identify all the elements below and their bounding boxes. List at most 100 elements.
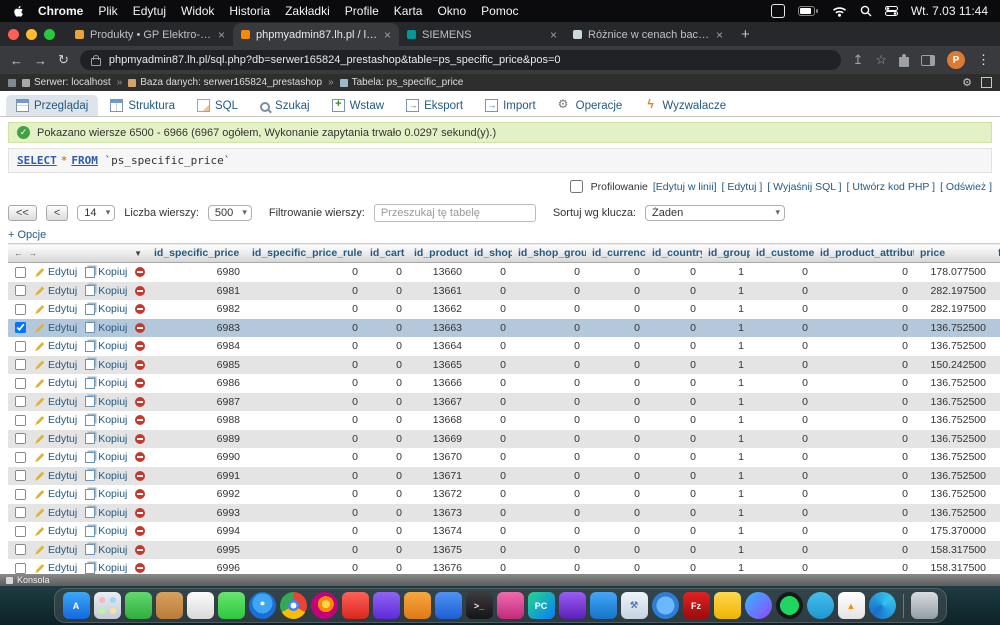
options-toggle-link[interactable]: + Opcje <box>8 229 46 241</box>
filezilla-icon[interactable]: Fz <box>683 592 710 619</box>
column-header-link[interactable]: id_product <box>414 247 468 259</box>
rows-count-select[interactable]: 500 <box>208 205 252 221</box>
delete-link[interactable]: Usuń <box>135 322 148 334</box>
delete-link[interactable]: Usuń <box>135 266 148 278</box>
column-header-link[interactable]: id_shop <box>474 247 512 259</box>
page-select[interactable]: 14 <box>77 205 115 221</box>
edit-link[interactable]: Edytuj <box>35 303 77 315</box>
row-checkbox[interactable] <box>15 396 26 407</box>
row-checkbox[interactable] <box>15 359 26 370</box>
menu-dots-icon[interactable]: ⋮ <box>977 52 990 68</box>
column-move-right-icon[interactable]: → <box>28 248 37 258</box>
reload-icon[interactable]: ↻ <box>58 52 69 68</box>
profiling-link[interactable]: [ Odśwież ] <box>940 181 992 193</box>
copy-link[interactable]: Kopiuj <box>85 340 127 352</box>
column-header-link[interactable]: price <box>920 247 945 259</box>
delete-link[interactable]: Usuń <box>135 396 148 408</box>
profiling-link[interactable]: [Edytuj w linii] <box>653 181 717 193</box>
sort-key-select[interactable]: Żaden <box>645 205 785 221</box>
console-bar[interactable]: Konsola <box>0 574 1000 586</box>
column-header-link[interactable]: id_specific_price <box>154 247 239 259</box>
settings-gear-icon[interactable]: ⚙ <box>962 76 972 89</box>
edit-link[interactable]: Edytuj <box>35 414 77 426</box>
sql-keyword-select[interactable]: SELECT <box>17 154 57 167</box>
pma-tab-sql[interactable]: SQL <box>187 95 248 116</box>
menubar-menu-profile[interactable]: Profile <box>345 4 379 18</box>
copy-link[interactable]: Kopiuj <box>85 470 127 482</box>
zoom-window-button[interactable] <box>44 29 55 40</box>
copy-link[interactable]: Kopiuj <box>85 451 127 463</box>
terminal-icon[interactable]: >_ <box>466 592 493 619</box>
copy-link[interactable]: Kopiuj <box>85 285 127 297</box>
app-store-icon[interactable]: A <box>63 592 90 619</box>
column-header-link[interactable]: id_country <box>652 247 702 259</box>
menubar-menu-karta[interactable]: Karta <box>394 4 423 18</box>
column-header-link[interactable]: id_shop_group <box>518 247 586 259</box>
pma-tab-browse[interactable]: Przeglądaj <box>6 95 98 116</box>
launchpad-icon[interactable] <box>94 592 121 619</box>
omnibox[interactable]: phpmyadmin87.lh.pl/sql.php?db=serwer1658… <box>80 50 842 70</box>
green-app-icon[interactable] <box>125 592 152 619</box>
prev-page-button[interactable]: < <box>46 205 68 221</box>
copy-link[interactable]: Kopiuj <box>85 377 127 389</box>
profile-avatar[interactable]: P <box>947 51 965 69</box>
browser-tab[interactable]: phpmyadmin87.lh.pl / localhos× <box>233 23 399 46</box>
violet-app-icon[interactable] <box>559 592 586 619</box>
menubar-menu-widok[interactable]: Widok <box>181 4 214 18</box>
table-row[interactable]: EdytujKopiujUsuń699100136710000100136.75… <box>8 467 1000 486</box>
column-header-link[interactable]: id_product_attribute <box>820 247 914 259</box>
row-checkbox[interactable] <box>15 526 26 537</box>
delete-link[interactable]: Usuń <box>135 488 148 500</box>
edit-link[interactable]: Edytuj <box>35 266 77 278</box>
control-center-icon[interactable] <box>885 6 898 16</box>
sql-keyword-from[interactable]: FROM <box>71 154 98 167</box>
delete-link[interactable]: Usuń <box>135 433 148 445</box>
edit-link[interactable]: Edytuj <box>35 488 77 500</box>
row-checkbox[interactable] <box>15 322 26 333</box>
console-window-icon[interactable] <box>8 79 16 87</box>
status-app-icon[interactable] <box>771 4 785 18</box>
copy-link[interactable]: Kopiuj <box>85 562 127 574</box>
profiling-link[interactable]: [ Utwórz kod PHP ] <box>847 181 936 193</box>
delete-link[interactable]: Usuń <box>135 377 148 389</box>
delete-link[interactable]: Usuń <box>135 525 148 537</box>
row-checkbox[interactable] <box>15 563 26 574</box>
apple-logo-icon[interactable] <box>12 5 23 18</box>
side-panel-icon[interactable] <box>921 55 935 66</box>
copy-link[interactable]: Kopiuj <box>85 525 127 537</box>
close-window-button[interactable] <box>8 29 19 40</box>
edit-link[interactable]: Edytuj <box>35 322 77 334</box>
profiling-link[interactable]: [ Wyjaśnij SQL ] <box>767 181 841 193</box>
table-row[interactable]: EdytujKopiujUsuń699500136750000100158.31… <box>8 541 1000 560</box>
row-checkbox[interactable] <box>15 544 26 555</box>
yellow-app-icon[interactable] <box>714 592 741 619</box>
menubar-clock[interactable]: Wt. 7.03 11:44 <box>911 4 988 18</box>
pma-tab-search[interactable]: Szukaj <box>250 96 320 116</box>
filter-input[interactable] <box>374 204 536 222</box>
row-checkbox[interactable] <box>15 267 26 278</box>
folder-icon[interactable] <box>156 592 183 619</box>
row-checkbox[interactable] <box>15 415 26 426</box>
table-row[interactable]: EdytujKopiujUsuń698100136610000100282.19… <box>8 282 1000 301</box>
browser-tab[interactable]: Produkty • GP Elektro-Automat× <box>67 23 233 46</box>
back-icon[interactable]: ← <box>10 53 23 68</box>
pma-tab-export[interactable]: Eksport <box>396 95 473 116</box>
new-tab-button[interactable]: + <box>731 23 760 46</box>
table-row[interactable]: EdytujKopiujUsuń698900136690000100136.75… <box>8 430 1000 449</box>
delete-link[interactable]: Usuń <box>135 414 148 426</box>
tab-close-icon[interactable]: × <box>218 28 225 42</box>
column-header-link[interactable]: id_specific_price_rule <box>252 247 362 259</box>
copy-link[interactable]: Kopiuj <box>85 414 127 426</box>
table-row[interactable]: EdytujKopiujUsuń698300136630000100136.75… <box>8 319 1000 338</box>
blue-round-app-icon[interactable] <box>652 592 679 619</box>
tab-close-icon[interactable]: × <box>384 28 391 42</box>
table-row[interactable]: EdytujKopiujUsuń699600136760000100158.31… <box>8 559 1000 574</box>
row-checkbox[interactable] <box>15 304 26 315</box>
messenger-icon[interactable] <box>745 592 772 619</box>
vlc-icon[interactable]: ▲ <box>838 592 865 619</box>
table-row[interactable]: EdytujKopiujUsuń698000136600000100178.07… <box>8 263 1000 282</box>
pma-tab-insert[interactable]: Wstaw <box>322 95 395 116</box>
table-row[interactable]: EdytujKopiujUsuń699400136740000100175.37… <box>8 522 1000 541</box>
copy-link[interactable]: Kopiuj <box>85 544 127 556</box>
tab-close-icon[interactable]: × <box>716 28 723 42</box>
